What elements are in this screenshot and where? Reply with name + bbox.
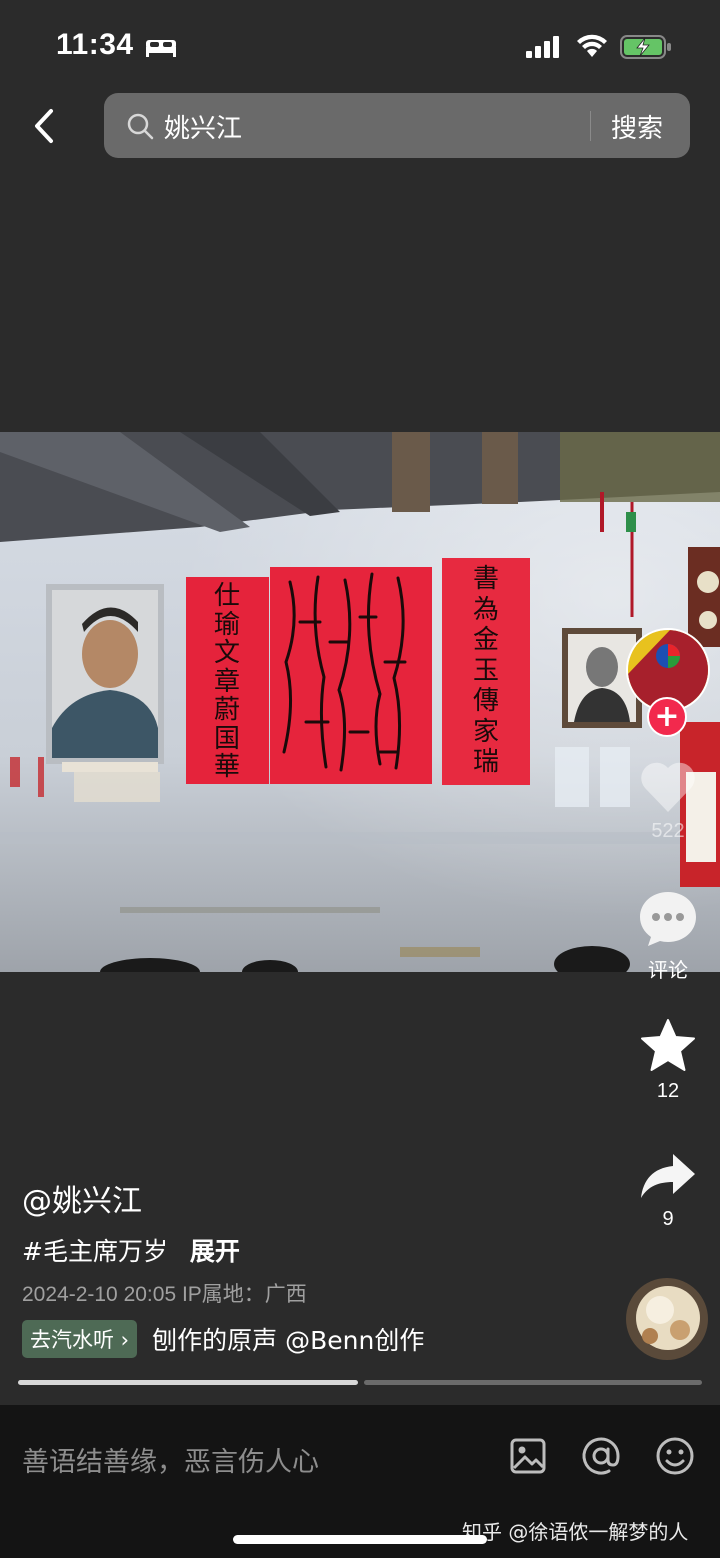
image-icon[interactable] — [505, 1433, 551, 1479]
search-bar[interactable]: 姚兴江 搜索 — [104, 93, 690, 158]
emoji-icon[interactable] — [652, 1433, 698, 1479]
battery-charging-icon — [620, 35, 671, 59]
watermark-text: 知乎 @徐语侬一解梦的人 — [462, 1520, 689, 1544]
star-icon — [641, 1019, 695, 1071]
music-chip-button[interactable]: 去汽水听 › — [22, 1320, 138, 1358]
comment-label: 评论 — [648, 960, 688, 982]
progress-segment-next — [364, 1380, 702, 1385]
follow-button[interactable]: + — [647, 697, 687, 737]
search-input[interactable]: 姚兴江 — [164, 108, 242, 145]
comment-bar: 善语结善缘，恶言伤人心 知乎 @徐语侬一解梦的人 — [0, 1405, 720, 1558]
status-bar: 11:34 — [0, 0, 720, 90]
favorite-button[interactable]: 12 — [626, 1018, 710, 1103]
video-player[interactable]: 仕瑜文章蔚国華 書為金玉傳家瑞 — [0, 432, 720, 972]
post-description: #毛主席万岁 展开 — [22, 1232, 240, 1268]
plus-icon: + — [654, 699, 680, 734]
comment-button[interactable]: 评论 — [626, 890, 710, 983]
home-indicator[interactable] — [233, 1535, 487, 1544]
wifi-icon — [577, 34, 607, 57]
search-button[interactable]: 搜索 — [611, 108, 663, 145]
author-name[interactable]: @姚兴江 — [22, 1176, 142, 1220]
music-disc[interactable] — [626, 1278, 708, 1360]
favorite-count: 12 — [656, 1080, 680, 1102]
progress-segment-played — [18, 1380, 358, 1385]
sleep-mode-icon — [146, 40, 176, 57]
music-row[interactable]: 去汽水听 › 刨作的原声 @Benn创作 — [22, 1320, 452, 1360]
at-icon[interactable] — [578, 1433, 624, 1479]
music-cover-image — [626, 1278, 708, 1360]
comment-input[interactable]: 善语结善缘，恶言伤人心 — [22, 1440, 319, 1479]
share-count: 9 — [662, 1208, 674, 1230]
comment-bubble-icon — [640, 892, 696, 946]
heart-icon — [641, 762, 695, 812]
cellular-signal-icon — [526, 36, 559, 58]
share-arrow-icon — [641, 1154, 695, 1198]
post-meta: 2024-2-10 20:05 IP属地：广西 — [22, 1283, 307, 1306]
share-button[interactable]: 9 — [626, 1152, 710, 1231]
search-icon — [127, 113, 154, 140]
like-count: 522 — [651, 820, 685, 842]
back-button[interactable] — [22, 104, 66, 148]
chevron-left-icon — [35, 109, 53, 143]
status-time: 11:34 — [56, 28, 134, 61]
like-button[interactable]: 522 — [626, 760, 710, 843]
search-divider — [590, 111, 591, 141]
expand-button[interactable]: 展开 — [190, 1237, 240, 1266]
music-title: 刨作的原声 @Benn创作 — [152, 1326, 425, 1355]
hashtag-link[interactable]: #毛主席万岁 — [22, 1237, 168, 1266]
cursive-calligraphy-image — [282, 572, 407, 772]
